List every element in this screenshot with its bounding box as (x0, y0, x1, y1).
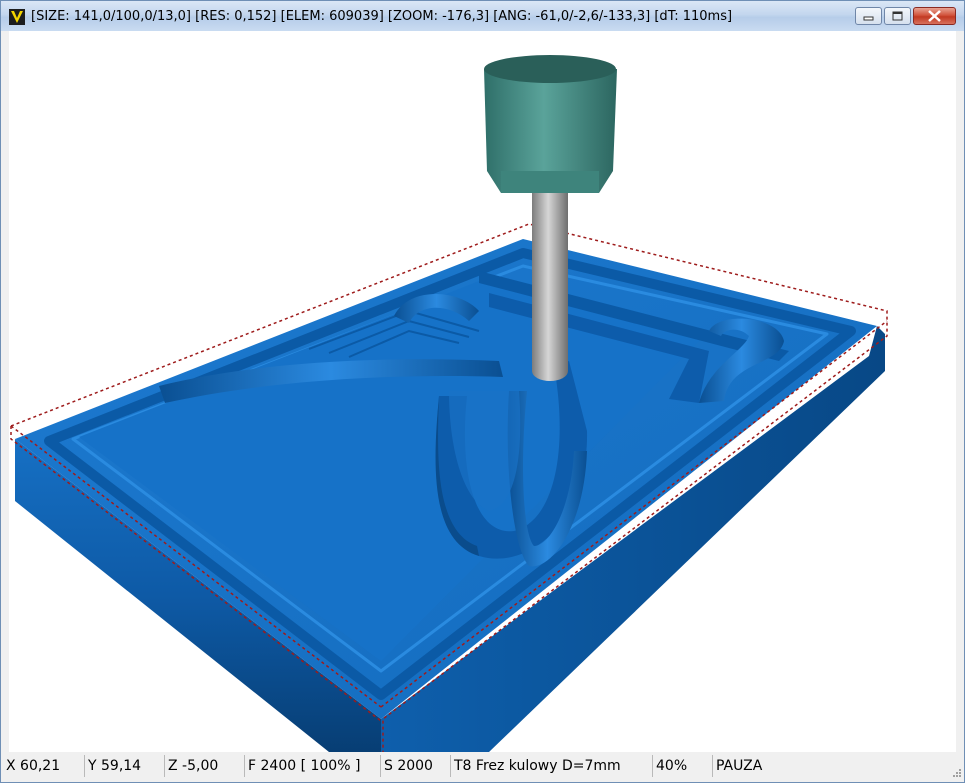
status-progress: 40% (653, 755, 713, 777)
3d-viewport[interactable] (9, 31, 956, 752)
maximize-icon (892, 11, 903, 21)
close-icon (928, 10, 941, 22)
resize-grip-icon[interactable] (950, 768, 962, 780)
status-feed: F 2400 [ 100% ] (245, 755, 381, 777)
title-bar[interactable]: [SIZE: 141,0/100,0/13,0] [RES: 0,152] [E… (1, 1, 964, 31)
simulator-window: [SIZE: 141,0/100,0/13,0] [RES: 0,152] [E… (0, 0, 965, 783)
maximize-button[interactable] (884, 7, 911, 25)
status-state: PAUZA (716, 758, 763, 774)
minimize-button[interactable] (855, 7, 882, 25)
status-x: X 60,21 (3, 755, 85, 777)
caption-buttons (853, 7, 956, 27)
tool-shank (532, 191, 568, 371)
v-logo-icon (9, 9, 25, 25)
status-bar: X 60,21 Y 59,14 Z -5,00 F 2400 [ 100% ] … (1, 753, 964, 782)
status-z: Z -5,00 (165, 755, 245, 777)
minimize-icon (863, 16, 874, 21)
status-y: Y 59,14 (85, 755, 165, 777)
status-spindle: S 2000 (381, 755, 451, 777)
status-tool: T8 Frez kulowy D=7mm (451, 755, 653, 777)
close-button[interactable] (913, 7, 956, 25)
milling-simulation-scene (10, 55, 888, 752)
window-title: [SIZE: 141,0/100,0/13,0] [RES: 0,152] [E… (31, 9, 733, 24)
